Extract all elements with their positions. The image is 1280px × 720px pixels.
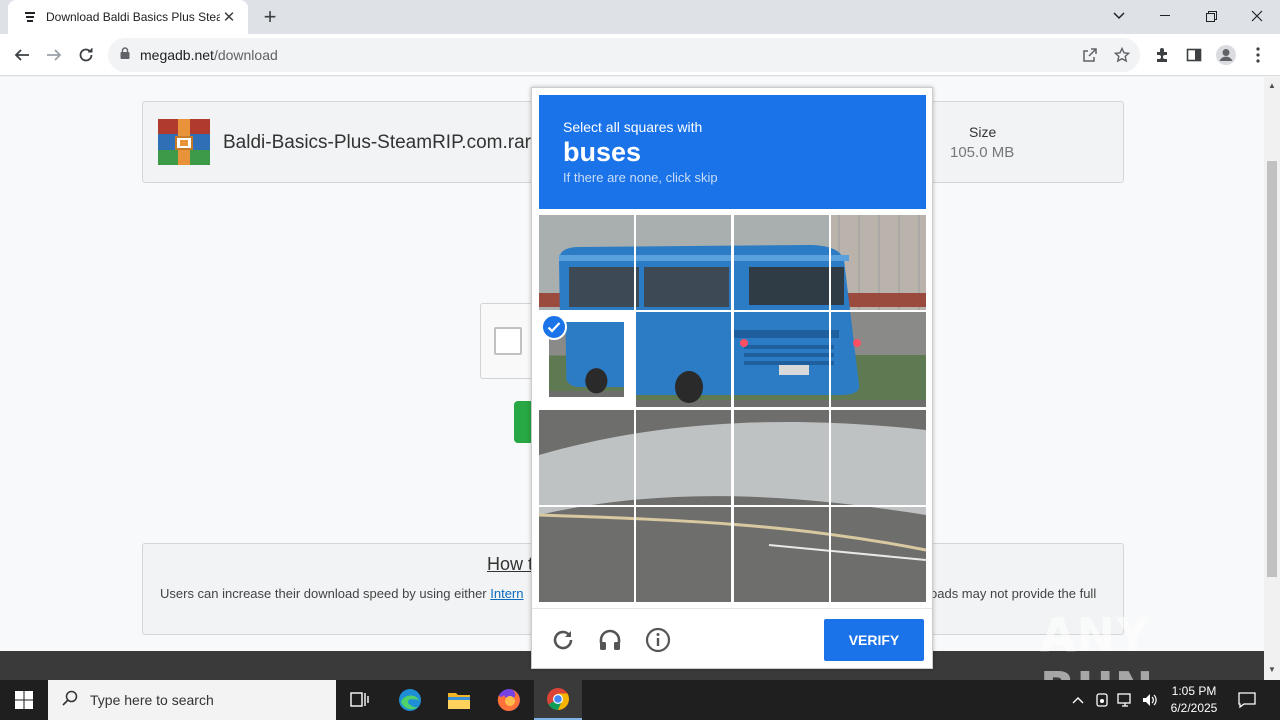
challenge-tile[interactable] — [636, 410, 731, 505]
browser-toolbar: megadb.net/download — [0, 34, 1280, 76]
tab-close-icon[interactable]: ✕ — [220, 8, 238, 26]
reload-button[interactable] — [72, 41, 100, 69]
page-scrollbar[interactable]: ▲ ▼ — [1264, 77, 1280, 680]
file-name: Baldi-Basics-Plus-SteamRIP.com.rar — [223, 132, 531, 153]
url-path: /download — [213, 47, 278, 63]
url-text: megadb.net/download — [140, 47, 278, 63]
restore-button[interactable] — [1188, 0, 1234, 32]
challenge-tile[interactable] — [539, 312, 634, 407]
tray-chevron-up-icon[interactable] — [1068, 690, 1088, 710]
side-panel-icon[interactable] — [1183, 44, 1205, 66]
bookmark-star-icon[interactable] — [1112, 45, 1132, 65]
recaptcha-challenge-popup: Select all squares with buses If there a… — [531, 87, 933, 669]
url-host: megadb.net — [140, 47, 214, 63]
clock-date: 6/2/2025 — [1170, 701, 1218, 715]
internet-download-link[interactable]: Intern — [490, 586, 523, 601]
scroll-up-arrow-icon[interactable]: ▲ — [1267, 81, 1277, 91]
address-bar[interactable]: megadb.net/download — [108, 38, 1140, 72]
minimize-button[interactable] — [1142, 0, 1188, 32]
windows-taskbar: Type here to search 1:05 PM 6/2/2025 — [0, 680, 1280, 720]
edge-browser-icon[interactable] — [386, 680, 434, 720]
tab-search-icon[interactable] — [1096, 0, 1142, 32]
challenge-tile[interactable] — [734, 312, 829, 407]
reload-challenge-icon[interactable] — [549, 626, 577, 654]
challenge-tile[interactable] — [734, 215, 829, 310]
size-value: 105.0 MB — [950, 144, 1015, 161]
system-clock[interactable]: 1:05 PM 6/2/2025 — [1160, 683, 1228, 717]
size-label: Size — [969, 124, 997, 140]
new-tab-button[interactable]: + — [258, 4, 282, 29]
info-title: How t — [487, 554, 534, 574]
challenge-tile[interactable] — [636, 215, 731, 310]
tray-device-icon[interactable] — [1092, 690, 1112, 710]
tab-title: Download Baldi Basics Plus Stea — [46, 10, 220, 24]
info-text: Users can increase their download speed … — [160, 586, 524, 601]
challenge-tile[interactable] — [831, 507, 926, 602]
taskbar-search-box[interactable]: Type here to search — [48, 680, 336, 720]
challenge-tile[interactable] — [636, 312, 731, 407]
info-text-left: Users can increase their download speed … — [160, 586, 491, 601]
help-info-icon[interactable] — [644, 626, 672, 654]
chrome-icon[interactable] — [534, 680, 582, 720]
challenge-instruction: Select all squares with — [563, 119, 703, 135]
challenge-tile[interactable] — [831, 215, 926, 310]
challenge-footer: VERIFY — [532, 608, 932, 668]
tab-strip: Download Baldi Basics Plus Stea ✕ + — [0, 0, 1280, 34]
windows-start-button[interactable] — [0, 680, 48, 720]
search-icon — [62, 690, 78, 711]
challenge-tile[interactable] — [831, 410, 926, 505]
selected-check-icon — [541, 314, 567, 340]
challenge-tile[interactable] — [539, 215, 634, 310]
challenge-tile[interactable] — [539, 410, 634, 505]
network-icon[interactable] — [1116, 690, 1136, 710]
challenge-tile[interactable] — [831, 312, 926, 407]
clock-time: 1:05 PM — [1171, 684, 1217, 698]
challenge-tile[interactable] — [539, 507, 634, 602]
challenge-image-grid — [539, 215, 926, 602]
file-explorer-icon[interactable] — [435, 680, 483, 720]
search-placeholder: Type here to search — [90, 692, 214, 708]
scroll-thumb[interactable] — [1267, 161, 1277, 577]
audio-challenge-headphones-icon[interactable] — [596, 626, 624, 654]
challenge-tile[interactable] — [734, 410, 829, 505]
challenge-tile[interactable] — [734, 507, 829, 602]
notification-center-icon[interactable] — [1234, 688, 1260, 712]
task-view-icon[interactable] — [336, 680, 384, 720]
back-button[interactable] — [8, 41, 36, 69]
info-text-right: oads may not provide the full — [930, 586, 1097, 601]
challenge-tile[interactable] — [636, 507, 731, 602]
share-icon[interactable] — [1080, 45, 1100, 65]
lock-icon[interactable] — [120, 46, 130, 64]
volume-icon[interactable] — [1140, 690, 1160, 710]
close-window-button[interactable] — [1234, 0, 1280, 32]
profile-avatar-icon[interactable] — [1215, 44, 1237, 66]
megadb-favicon-icon — [22, 9, 38, 25]
verify-button[interactable]: VERIFY — [824, 619, 924, 661]
forward-button[interactable] — [40, 41, 68, 69]
extensions-icon[interactable] — [1151, 44, 1173, 66]
menu-kebab-icon[interactable] — [1247, 44, 1269, 66]
recaptcha-checkbox[interactable] — [494, 327, 522, 355]
challenge-hint: If there are none, click skip — [563, 170, 718, 185]
winrar-archive-icon — [158, 119, 210, 165]
browser-tab[interactable]: Download Baldi Basics Plus Stea ✕ — [8, 0, 248, 34]
firefox-icon[interactable] — [485, 680, 533, 720]
challenge-header: Select all squares with buses If there a… — [539, 95, 926, 209]
challenge-target: buses — [563, 137, 642, 167]
